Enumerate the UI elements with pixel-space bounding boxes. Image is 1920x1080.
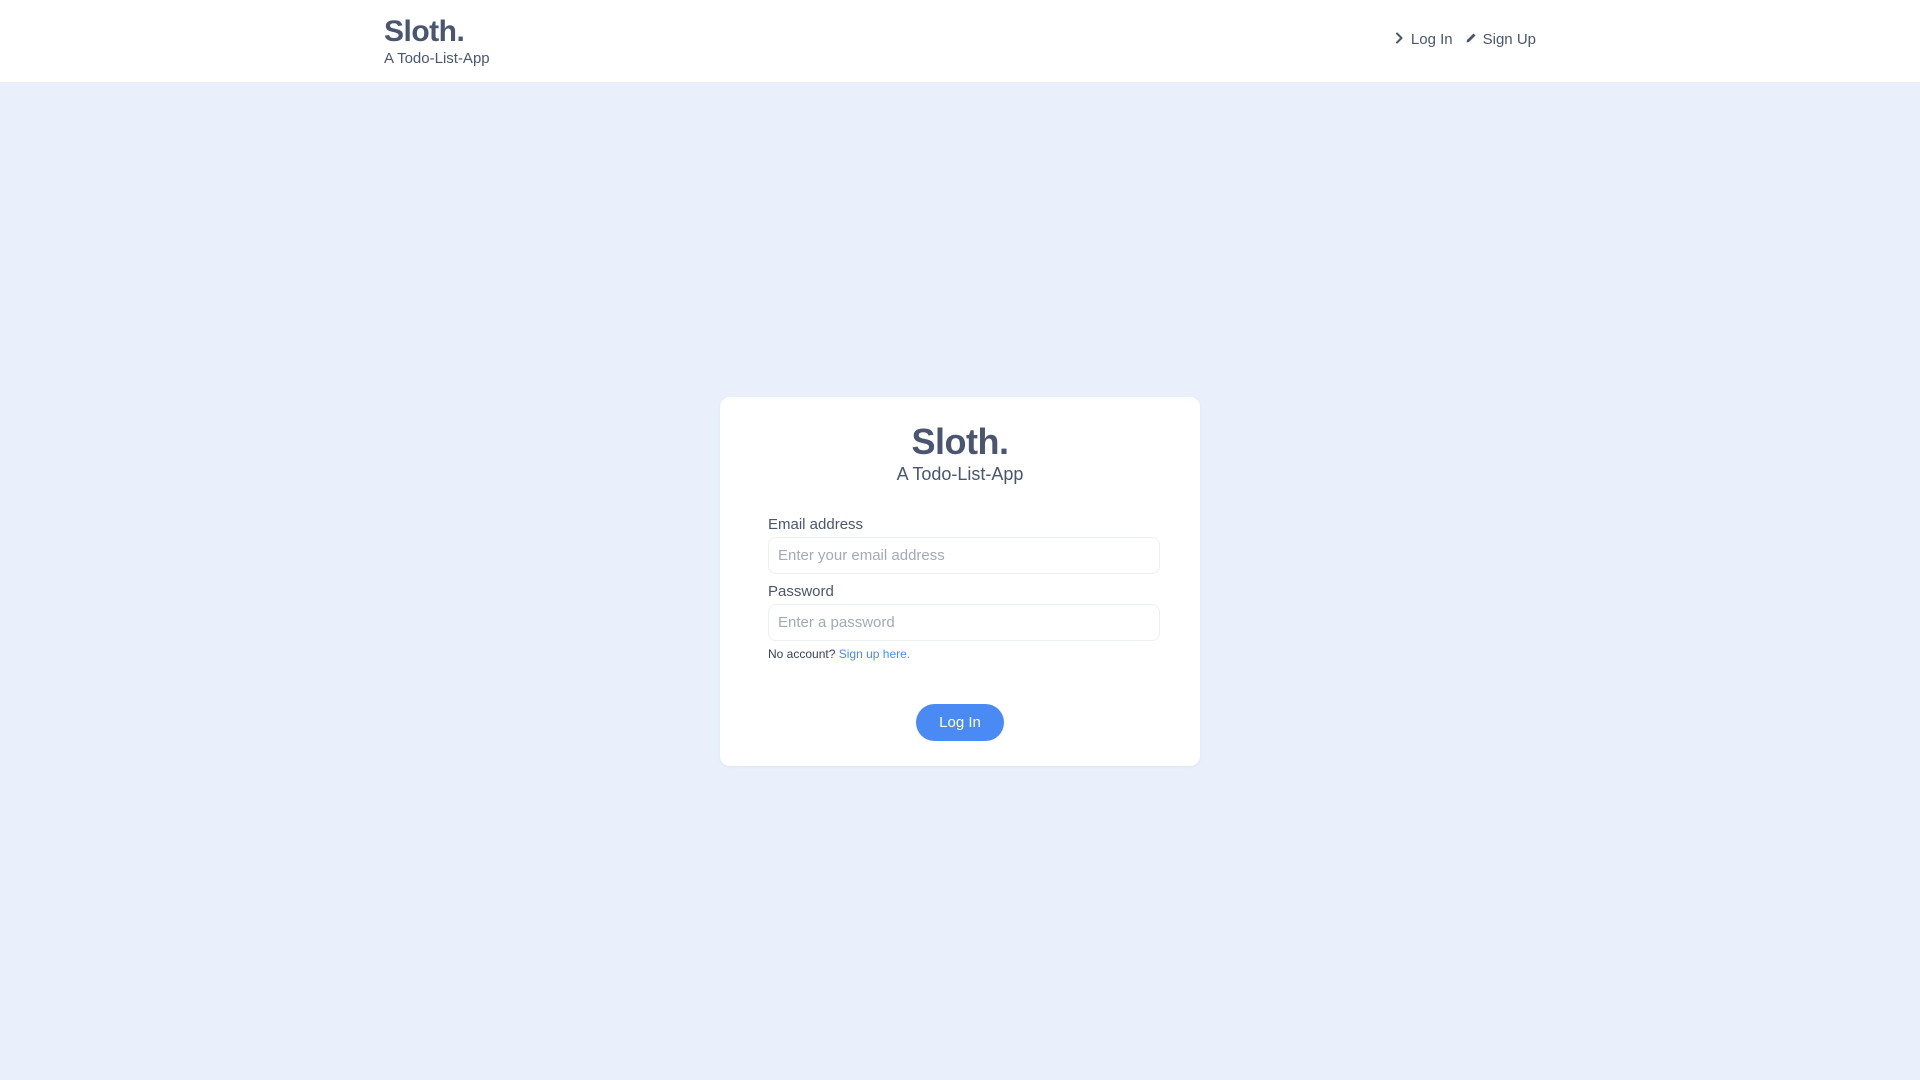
nav-login-link[interactable]: Log In <box>1393 31 1453 48</box>
password-input[interactable] <box>768 604 1160 641</box>
login-button[interactable]: Log In <box>916 704 1004 741</box>
no-account-hint: No account? Sign up here. <box>768 647 910 661</box>
password-label: Password <box>768 583 834 600</box>
card-title: Sloth. <box>911 421 1009 462</box>
brand[interactable]: Sloth. A Todo-List-App <box>384 14 490 68</box>
pencil-icon <box>1465 31 1477 48</box>
card-subtitle: A Todo-List-App <box>896 464 1024 484</box>
login-card: Sloth. A Todo-List-App Email address Pas… <box>720 397 1200 766</box>
brand-title: Sloth. <box>384 15 465 48</box>
page: Sloth. A Todo-List-App Log In Sign Up Sl… <box>0 0 1920 1080</box>
nav-signup-label: Sign Up <box>1482 31 1536 48</box>
signup-link[interactable]: Sign up here. <box>839 647 910 661</box>
top-header: Sloth. A Todo-List-App Log In Sign Up <box>0 0 1920 82</box>
email-input[interactable] <box>768 537 1160 574</box>
top-nav: Log In Sign Up <box>1393 31 1536 48</box>
nav-signup-link[interactable]: Sign Up <box>1465 31 1536 48</box>
brand-subtitle: A Todo-List-App <box>384 50 490 67</box>
chevron-right-icon <box>1393 31 1405 48</box>
no-account-text: No account? <box>768 647 836 661</box>
email-label: Email address <box>768 516 864 533</box>
nav-login-label: Log In <box>1410 31 1453 48</box>
